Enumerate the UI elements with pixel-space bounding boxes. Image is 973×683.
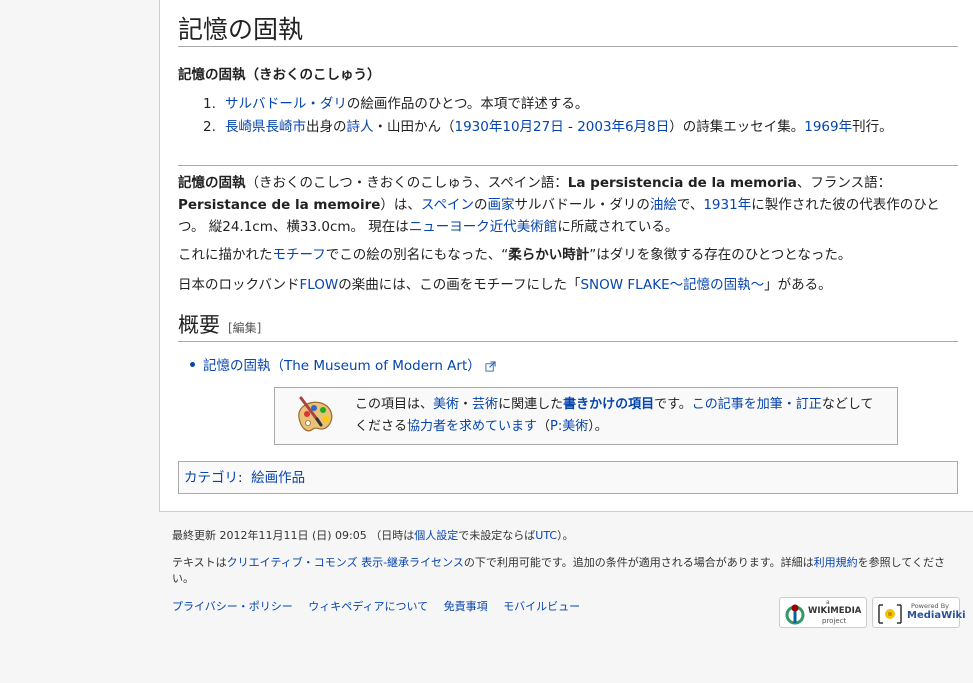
- edit-section-link[interactable]: [編集]: [228, 321, 261, 335]
- link-cc-license[interactable]: クリエイティブ・コモンズ 表示-継承ライセンス: [227, 556, 464, 569]
- link-flow[interactable]: FLOW: [300, 277, 339, 293]
- link-nagasaki-pref[interactable]: 長崎県: [225, 119, 266, 135]
- link-mobile-view[interactable]: モバイルビュー: [503, 600, 580, 613]
- motif-paragraph: これに描かれたモチーフでこの絵の別名にもなった、“柔らかい時計”はダリを象徴する…: [178, 247, 852, 263]
- link-stub-items[interactable]: 書きかけの項目: [563, 397, 654, 412]
- link-portal-art[interactable]: P:美術: [550, 419, 588, 434]
- footer-places: プライバシー・ポリシー ウィキペディアについて 免責事項 モバイルビュー: [172, 598, 592, 616]
- wikimedia-logo-icon: [785, 604, 805, 625]
- mediawiki-logo-icon: [878, 604, 902, 624]
- external-link-moma[interactable]: 記憶の固執（The Museum of Modern Art）: [203, 358, 481, 374]
- stub-notice: この項目は、美術・芸術に関連した書きかけの項目です。この記事を加筆・訂正などして…: [274, 387, 898, 445]
- intro-paragraph: 記憶の固執（きおくのこしつ・きおくのこしゅう、スペイン語：La persiste…: [178, 175, 940, 235]
- section-heading: 概要 [編集]: [178, 311, 958, 342]
- divider: [178, 165, 958, 166]
- license-text: テキストはクリエイティブ・コモンズ 表示-継承ライセンスの下で利用可能です。追加…: [172, 556, 945, 585]
- flow-paragraph: 日本のロックバンドFLOWの楽曲には、この画をモチーフにした「SNOW FLAK…: [178, 277, 832, 293]
- category-painting[interactable]: 絵画作品: [251, 470, 305, 486]
- disambiguation-heading: 記憶の固執（きおくのこしゅう）: [178, 67, 381, 83]
- link-art[interactable]: 美術: [433, 397, 459, 412]
- link-preferences[interactable]: 個人設定: [414, 529, 458, 542]
- link-poet[interactable]: 詩人: [347, 119, 374, 135]
- link-death-date[interactable]: 2003年6月8日: [577, 119, 669, 135]
- link-dali[interactable]: サルバドール・ダリ: [225, 96, 347, 112]
- link-1969[interactable]: 1969年: [804, 119, 852, 135]
- link-nagasaki-city[interactable]: 長崎市: [266, 119, 307, 135]
- link-1931[interactable]: 1931年: [703, 197, 751, 213]
- link-oil-painting[interactable]: 油絵: [650, 197, 677, 213]
- paint-palette-icon: [298, 396, 333, 432]
- link-contributors[interactable]: 協力者を求めています: [407, 419, 537, 434]
- disambiguation-list: 1. サルバドール・ダリの絵画作品のひとつ。本項で詳述する。 2. 長崎県長崎市…: [203, 93, 953, 139]
- link-moma[interactable]: ニューヨーク近代美術館: [409, 219, 558, 235]
- link-disclaimers[interactable]: 免責事項: [444, 600, 488, 613]
- categories-link[interactable]: カテゴリ: [184, 470, 238, 486]
- link-about[interactable]: ウィキペディアについて: [308, 600, 428, 613]
- link-edit-article[interactable]: この記事を加筆・訂正: [692, 397, 822, 412]
- last-modified: 最終更新 2012年11月11日 (日) 09:05 （日時は個人設定で未設定な…: [172, 529, 574, 542]
- link-spain[interactable]: スペイン: [421, 197, 474, 213]
- wikimedia-badge[interactable]: a WIKIMEDIA project: [779, 597, 867, 628]
- link-snow-flake[interactable]: SNOW FLAKE〜記憶の固執〜: [580, 277, 764, 293]
- mediawiki-badge[interactable]: Powered By MediaWiki: [872, 597, 966, 628]
- link-painter[interactable]: 画家: [487, 197, 514, 213]
- stub-text: この項目は、美術・芸術に関連した書きかけの項目です。この記事を加筆・訂正などして…: [355, 397, 874, 434]
- link-birth-date[interactable]: 1930年10月27日: [455, 119, 564, 135]
- page-title: 記憶の固執: [178, 14, 958, 47]
- link-motif[interactable]: モチーフ: [273, 247, 326, 263]
- external-link-icon: [485, 360, 496, 372]
- link-privacy[interactable]: プライバシー・ポリシー: [172, 600, 293, 613]
- external-links-list: 記憶の固執（The Museum of Modern Art）: [190, 355, 496, 377]
- content-area: 記憶の固執 記憶の固執（きおくのこしゅう） 1. サルバドール・ダリの絵画作品の…: [159, 0, 973, 512]
- link-terms[interactable]: 利用規約: [814, 556, 858, 569]
- link-utc[interactable]: UTC: [535, 529, 557, 542]
- category-links: カテゴリ: 絵画作品: [178, 461, 958, 494]
- bullet-icon: [190, 361, 195, 367]
- link-arts[interactable]: 芸術: [472, 397, 498, 412]
- list-item: 2. 長崎県長崎市出身の詩人・山田かん（1930年10月27日 - 2003年6…: [203, 119, 893, 135]
- list-item: 1. サルバドール・ダリの絵画作品のひとつ。本項で詳述する。: [203, 96, 589, 112]
